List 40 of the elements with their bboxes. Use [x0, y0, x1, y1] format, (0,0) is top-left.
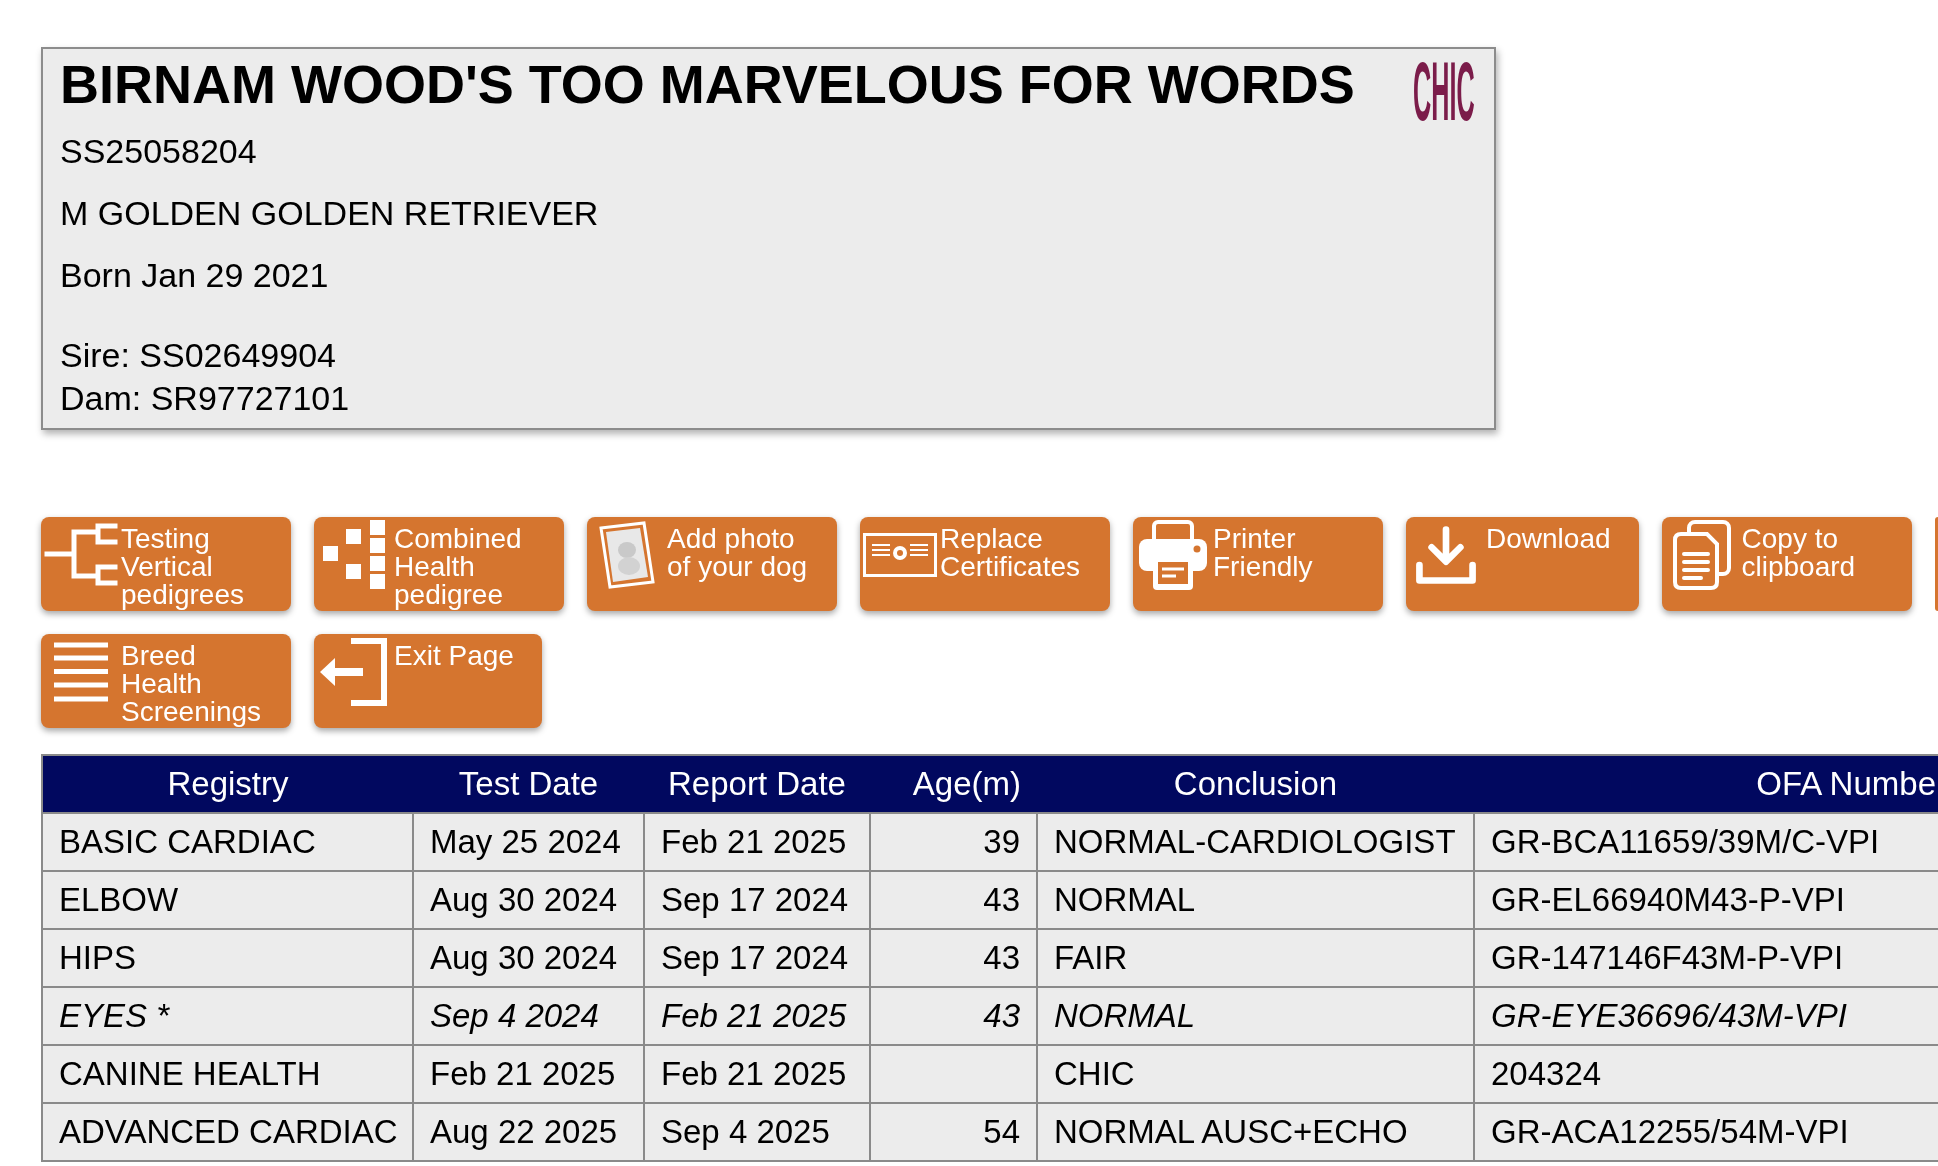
registration-number: SS25058204 [60, 131, 257, 172]
table-cell: NORMAL AUSC+ECHO [1037, 1103, 1474, 1161]
column-header: Conclusion [1037, 755, 1474, 813]
sex-breed-text: M GOLDEN GOLDEN RETRIEVER [60, 193, 599, 234]
exit-icon [319, 638, 389, 706]
sire-text: Sire: SS02649904 [60, 335, 336, 376]
photo-frame-icon [598, 520, 656, 590]
dam-text: Dam: SR97727101 [60, 378, 350, 419]
table-cell: May 25 2024 [413, 813, 644, 871]
table-cell: ADVANCED CARDIAC [42, 1103, 413, 1161]
copy-button[interactable]: Copy to clipboard [1661, 517, 1912, 611]
health-pedigree-button[interactable]: Combined Health pedigree [314, 517, 564, 611]
birth-date: Born Jan 29 2021 [60, 255, 329, 296]
logo: CHIC [1413, 59, 1475, 122]
certificate-icon [863, 533, 937, 577]
column-header: OFA Numbe [1474, 755, 1938, 813]
column-header: Test Date [413, 755, 644, 813]
dog-name-title: BIRNAM WOOD'S TOO MARVELOUS FOR WORDS [60, 53, 1355, 115]
partial-button[interactable] [1934, 517, 1938, 611]
table-cell: Aug 22 2025 [413, 1103, 644, 1161]
add-photo-button[interactable]: Add photo of your dog [587, 517, 837, 611]
screenings-button[interactable]: Breed Health Screenings [41, 634, 291, 728]
table-cell: NORMAL-CARDIOLOGIST [1037, 813, 1474, 871]
printer-icon [1139, 519, 1207, 591]
column-header: Registry [42, 755, 413, 813]
squares-tree-icon [323, 520, 385, 590]
download-icon [1415, 525, 1477, 585]
table-cell: Sep 4 2025 [644, 1103, 870, 1161]
table-cell: BASIC CARDIAC [42, 813, 413, 871]
vertical-pedigrees-button[interactable]: Testing Vertical pedigrees [41, 517, 291, 611]
replace-certificates-button[interactable]: Replace Certificates [860, 517, 1110, 611]
column-header: Report Date [644, 755, 870, 813]
exit-button[interactable]: Exit Page [314, 634, 542, 728]
download-button[interactable]: Download [1406, 517, 1639, 611]
copy-documents-icon [1672, 520, 1731, 590]
table-cell: 54 [870, 1103, 1037, 1161]
pedigree-tree-icon [44, 522, 118, 588]
column-header: Age(m) [870, 755, 1037, 813]
printer-friendly-button[interactable]: Printer Friendly [1133, 517, 1383, 611]
list-lines-icon [54, 642, 108, 702]
